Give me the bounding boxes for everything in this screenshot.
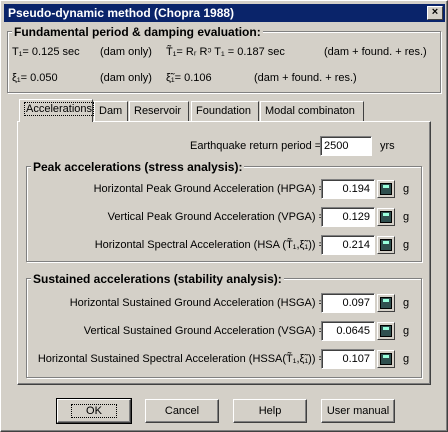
close-button[interactable]: × [427,6,443,20]
accelerations-panel: Earthquake return period = 2500 yrs Peak… [17,121,431,385]
calculator-icon [380,353,392,365]
vsga-input[interactable]: 0.0645 [321,321,375,341]
t1-tilde-note: (dam + found. + res.) [324,46,427,58]
hpga-label: Horizontal Peak Ground Acceleration (HPG… [93,183,325,195]
hsa-calc-button[interactable] [377,236,395,254]
vpga-input[interactable]: 0.129 [321,207,375,227]
fundamental-group-title: Fundamental period & damping evaluation: [12,25,263,39]
t1-tilde-value: T̃₁= Rᵣ Rᵓ T₁ = 0.187 sec [166,46,285,58]
sustained-accelerations-group: Sustained accelerations (stability analy… [26,272,422,378]
help-button[interactable]: Help [233,399,307,423]
vsga-unit: g [403,325,410,337]
calculator-icon [380,297,392,309]
return-period-input[interactable]: 2500 [320,136,372,156]
tab-modal-combination[interactable]: Modal combinaton [260,101,364,121]
calculator-icon [380,211,392,223]
peak-accelerations-group: Peak accelerations (stress analysis): Ho… [26,160,422,262]
hsa-label: Horizontal Spectral Acceleration (HSA (T… [94,239,325,251]
hpga-unit: g [403,183,410,195]
hpga-calc-button[interactable] [377,180,395,198]
dialog-window: Pseudo-dynamic method (Chopra 1988) × Fu… [0,0,448,432]
vsga-label: Vertical Sustained Ground Acceleration (… [83,325,325,337]
hsga-label: Horizontal Sustained Ground Acceleration… [69,297,325,309]
hsga-calc-button[interactable] [377,294,395,312]
xi1-tilde-value: ξ̃₁= 0.106 [166,72,212,84]
t1-value: T₁= 0.125 sec [12,46,80,58]
tab-accelerations[interactable]: Accelerations [19,99,95,122]
hpga-input[interactable]: 0.194 [321,179,375,199]
xi1-tilde-note: (dam + found. + res.) [254,72,357,84]
vsga-calc-button[interactable] [377,322,395,340]
calculator-icon [380,183,392,195]
window-title: Pseudo-dynamic method (Chopra 1988) [8,6,235,20]
calculator-icon [380,325,392,337]
vpga-unit: g [403,211,410,223]
tab-reservoir[interactable]: Reservoir [129,101,189,121]
sustained-group-title: Sustained accelerations (stability analy… [31,272,284,286]
tab-foundation[interactable]: Foundation [191,101,259,121]
xi1-note: (dam only) [100,72,152,84]
vpga-calc-button[interactable] [377,208,395,226]
return-period-unit: yrs [380,140,395,152]
hssa-unit: g [403,353,410,365]
hssa-calc-button[interactable] [377,350,395,368]
title-bar[interactable]: Pseudo-dynamic method (Chopra 1988) × [4,4,445,22]
hsa-input[interactable]: 0.214 [321,235,375,255]
return-period-label: Earthquake return period = [190,140,322,152]
t1-note: (dam only) [100,46,152,58]
fundamental-period-group: Fundamental period & damping evaluation:… [7,25,441,93]
cancel-button[interactable]: Cancel [145,399,219,423]
hsga-unit: g [403,297,410,309]
user-manual-button[interactable]: User manual [321,399,395,423]
hsga-input[interactable]: 0.097 [321,293,375,313]
tab-dam[interactable]: Dam [94,101,128,121]
vpga-label: Vertical Peak Ground Acceleration (VPGA)… [107,211,325,223]
calculator-icon [380,239,392,251]
hssa-label: Horizontal Sustained Spectral Accelerati… [37,353,325,365]
xi1-value: ξ₁= 0.050 [12,72,58,84]
hssa-input[interactable]: 0.107 [321,349,375,369]
peak-group-title: Peak accelerations (stress analysis): [31,160,245,174]
ok-button[interactable]: OK [56,398,132,424]
hsa-unit: g [403,239,410,251]
